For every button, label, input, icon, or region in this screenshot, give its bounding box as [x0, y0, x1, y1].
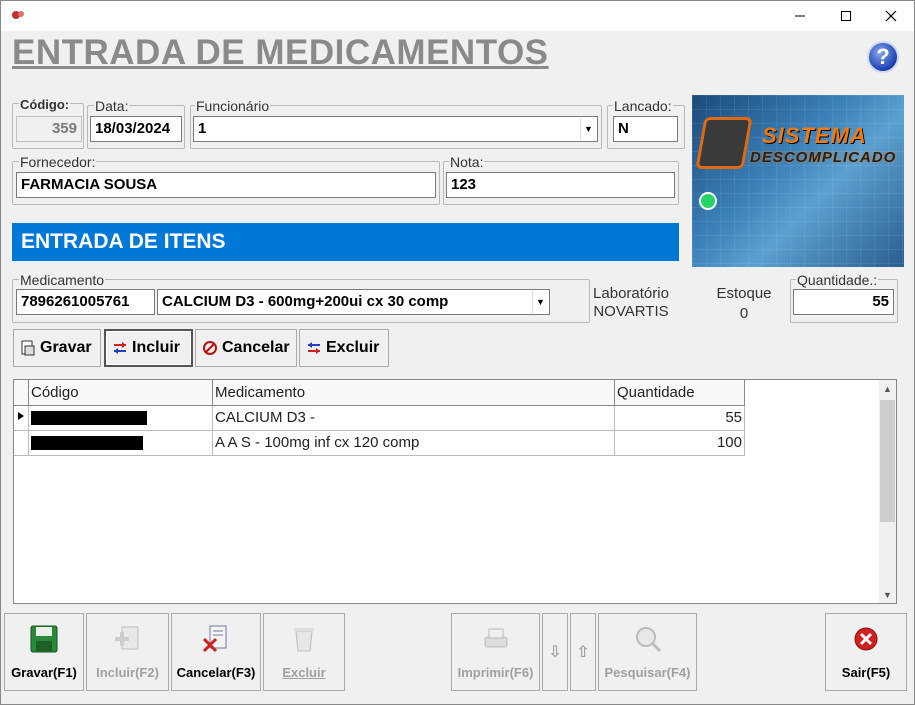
redacted-block [31, 436, 143, 451]
app-icon [12, 11, 24, 19]
move-down-button[interactable]: ⇩ [542, 613, 568, 691]
brand-logo-icon [695, 117, 753, 169]
add-document-icon [114, 626, 138, 650]
quantidade-field[interactable]: 55 [793, 289, 894, 315]
cell-quantidade[interactable]: 100 [614, 430, 745, 456]
fornecedor-field[interactable]: FARMACIA SOUSA [16, 172, 436, 198]
table-row[interactable]: CALCIUM D3 - 55 [14, 405, 745, 431]
medicamento-value: CALCIUM D3 - 600mg+200ui cx 30 comp [162, 293, 449, 310]
save-doc-icon [21, 340, 35, 356]
whatsapp-icon[interactable] [699, 192, 717, 210]
medicamento-label: Medicamento [19, 272, 106, 288]
excluir-item-button[interactable]: Excluir [299, 329, 389, 367]
gravar-item-button[interactable]: Gravar [13, 329, 101, 367]
cell-quantidade[interactable]: 55 [614, 405, 745, 431]
cancel-icon [203, 341, 217, 355]
funcionario-value: 1 [198, 120, 207, 137]
main-window: ENTRADA DE MEDICAMENTOS ? Código: 359 Da… [0, 0, 915, 705]
codigo-field: 359 [16, 116, 82, 142]
arrow-up-icon: ⇧ [576, 644, 590, 661]
cancel-document-icon [202, 625, 227, 653]
column-header-medicamento[interactable]: Medicamento [212, 380, 615, 406]
pesquisar-button[interactable]: Pesquisar(F4) [598, 613, 697, 691]
page-title: ENTRADA DE MEDICAMENTOS [12, 33, 549, 72]
estoque-value: 0 [739, 305, 749, 322]
lancado-field[interactable]: N [613, 116, 678, 142]
barcode-field[interactable]: 7896261005761 [16, 289, 155, 315]
move-up-button[interactable]: ⇧ [570, 613, 596, 691]
banner-line1: SISTEMA [762, 123, 867, 148]
vertical-scrollbar[interactable]: ▲ ▼ [879, 380, 896, 603]
chevron-down-icon[interactable]: ▼ [580, 118, 596, 140]
cancelar-button[interactable]: Cancelar(F3) [171, 613, 261, 691]
fornecedor-label: Fornecedor: [19, 154, 97, 170]
section-title: ENTRADA DE ITENS [12, 223, 679, 261]
laboratorio-value: NOVARTIS [593, 303, 669, 320]
excluir-button[interactable]: Excluir [263, 613, 345, 691]
gravar-button[interactable]: Gravar(F1) [4, 613, 84, 691]
nota-field[interactable]: 123 [446, 172, 675, 198]
funcionario-select[interactable]: 1 ▼ [193, 116, 598, 142]
cell-codigo[interactable] [28, 405, 213, 431]
lancado-label: Lancado: [613, 98, 673, 114]
estoque-label: Estoque [716, 285, 772, 302]
cell-medicamento[interactable]: A A S - 100mg inf cx 120 comp [212, 430, 615, 456]
bottom-toolbar: Gravar(F1) Incluir(F2) Cancelar(F3) Excl… [1, 611, 914, 705]
help-icon[interactable]: ? [867, 41, 899, 73]
table-header: Código Medicamento Quantidade [14, 380, 745, 406]
laboratorio-label: Laboratório [593, 285, 669, 302]
brand-banner: SISTEMA DESCOMPLICADO [692, 95, 904, 267]
funcionario-label: Funcionário [195, 98, 271, 114]
incluir-button[interactable]: Incluir(F2) [86, 613, 169, 691]
exit-icon [854, 627, 878, 651]
minimize-icon[interactable] [777, 1, 823, 31]
swap-arrows-icon [114, 342, 126, 354]
trash-icon [294, 628, 314, 652]
cell-medicamento[interactable]: CALCIUM D3 - [212, 405, 615, 431]
search-icon [635, 627, 661, 653]
quantidade-label: Quantidade.: [796, 272, 879, 288]
incluir-item-button[interactable]: Incluir [104, 329, 193, 367]
column-header-quantidade[interactable]: Quantidade [614, 380, 745, 406]
chevron-down-icon[interactable]: ▼ [532, 291, 548, 313]
items-table: Código Medicamento Quantidade CALCIUM D3… [14, 380, 745, 456]
arrow-down-icon: ⇩ [548, 644, 562, 661]
floppy-disk-icon [30, 625, 58, 653]
table-row[interactable]: A A S - 100mg inf cx 120 comp 100 [14, 430, 745, 456]
cancelar-item-button[interactable]: Cancelar [195, 329, 297, 367]
items-grid[interactable]: Código Medicamento Quantidade CALCIUM D3… [13, 379, 897, 604]
codigo-label: Código: [19, 97, 71, 112]
column-header-codigo[interactable]: Código [28, 380, 213, 406]
title-bar [1, 1, 914, 31]
row-indicator-icon [14, 405, 29, 431]
cell-codigo[interactable] [28, 430, 213, 456]
scroll-down-icon[interactable]: ▼ [879, 586, 896, 603]
close-icon[interactable] [868, 1, 914, 31]
data-label: Data: [94, 98, 130, 114]
printer-icon [484, 628, 507, 648]
banner-line2: DESCOMPLICADO [750, 149, 897, 166]
imprimir-button[interactable]: Imprimir(F6) [451, 613, 540, 691]
redacted-block [31, 411, 147, 426]
scroll-up-icon[interactable]: ▲ [879, 380, 896, 397]
swap-arrows-icon [308, 342, 320, 354]
nota-label: Nota: [449, 154, 485, 170]
data-field[interactable]: 18/03/2024 [90, 116, 182, 142]
medicamento-select[interactable]: CALCIUM D3 - 600mg+200ui cx 30 comp ▼ [157, 289, 550, 315]
sair-button[interactable]: Sair(F5) [825, 613, 907, 691]
scroll-thumb[interactable] [880, 400, 895, 522]
maximize-icon[interactable] [823, 1, 869, 31]
